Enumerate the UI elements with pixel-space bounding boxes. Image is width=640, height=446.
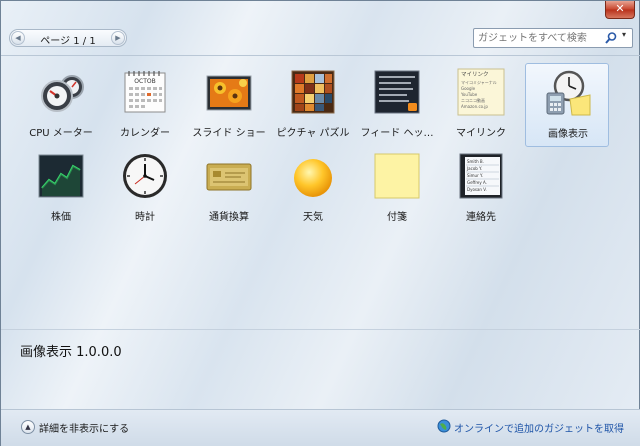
mylinks-title: マイリンク xyxy=(461,71,489,78)
contacts-icon: Smith B. Jacob Y. Simur Y. Geffrey A. Dy… xyxy=(459,153,503,199)
gadget-clock[interactable]: 時計 xyxy=(103,147,187,231)
search-dropdown-icon[interactable]: ▾ xyxy=(622,30,626,39)
gadget-label: ピクチャ パズル xyxy=(276,128,350,139)
gadget-currency[interactable]: 通貨換算 xyxy=(187,147,271,231)
gadget-calendar[interactable]: OCTOB カレンダー xyxy=(103,63,187,147)
gadget-sticky-note[interactable]: 付箋 xyxy=(355,147,439,231)
weather-icon xyxy=(294,159,332,197)
gadget-label: カレンダー xyxy=(120,128,170,139)
gadget-image-display[interactable]: 画像表示 xyxy=(525,63,609,147)
search-icon[interactable] xyxy=(604,31,618,45)
gadget-slideshow[interactable]: スライド ショー xyxy=(187,63,271,147)
mylinks-line: Google xyxy=(461,86,476,91)
prev-page-button[interactable]: ◀ xyxy=(11,31,25,45)
search-box: ▾ xyxy=(473,28,633,48)
gadget-label: マイリンク xyxy=(456,128,506,139)
mylinks-line: マイコミジャーナル xyxy=(461,79,497,85)
mylinks-line: Amazon.co.jp xyxy=(461,104,488,109)
gadget-label: 天気 xyxy=(303,212,323,223)
contacts-line: Geffrey A. xyxy=(467,180,487,185)
contacts-line: Dyosan V. xyxy=(467,187,487,192)
stocks-icon xyxy=(38,154,84,198)
search-input[interactable] xyxy=(478,31,596,45)
image-display-icon xyxy=(546,70,591,116)
page-indicator: ページ 1 / 1 xyxy=(40,36,96,47)
mylinks-line: YouTube xyxy=(460,92,478,97)
gadget-label: 付箋 xyxy=(387,212,407,223)
details-divider xyxy=(1,329,640,330)
next-page-button[interactable]: ▶ xyxy=(111,31,125,45)
gadget-weather[interactable]: 天気 xyxy=(271,147,355,231)
hide-details-toggle-icon[interactable]: ▲ xyxy=(21,420,35,434)
currency-icon xyxy=(206,163,252,191)
gadget-label: 通貨換算 xyxy=(209,212,249,223)
gadget-gallery-window: ✕ ◀ ページ 1 / 1 ▶ ▾ CPU メーター xyxy=(0,0,640,446)
gadget-label: 時計 xyxy=(135,212,155,223)
contacts-line: Smith B. xyxy=(467,159,484,164)
contacts-line: Jacob Y. xyxy=(466,166,482,171)
picture-puzzle-icon xyxy=(291,70,335,114)
mylinks-line: ニコニコ動画 xyxy=(461,97,485,103)
clock-icon xyxy=(123,154,167,198)
gadget-picture-puzzle[interactable]: ピクチャ パズル xyxy=(271,63,355,147)
slideshow-icon xyxy=(206,75,252,111)
calendar-icon: OCTOB xyxy=(124,71,166,113)
hide-details-link[interactable]: 詳細を非表示にする xyxy=(39,420,129,435)
page-navigator: ◀ ページ 1 / 1 ▶ xyxy=(9,29,127,47)
feed-headlines-icon xyxy=(374,70,420,114)
my-links-icon: マイリンク マイコミジャーナル Google YouTube ニコニコ動画 Am… xyxy=(457,68,505,116)
sticky-note-icon xyxy=(374,153,420,199)
gadget-label: スライド ショー xyxy=(192,128,266,139)
gadget-cpu-meter[interactable]: CPU メーター xyxy=(19,63,103,147)
toolbar-divider xyxy=(1,55,640,56)
close-button[interactable]: ✕ xyxy=(605,1,635,19)
cpu-meter-icon xyxy=(41,75,84,112)
gadget-label: CPU メーター xyxy=(29,128,93,139)
gadget-label: 画像表示 xyxy=(548,129,588,140)
gadget-label: フィード ヘッ… xyxy=(360,128,434,139)
bottom-bar: ▲ 詳細を非表示にする オンラインで追加のガジェットを取得 xyxy=(1,409,640,446)
title-bar: ✕ xyxy=(1,1,640,23)
globe-icon xyxy=(437,419,451,433)
gadget-label: 株価 xyxy=(51,212,71,223)
contacts-line: Simur Y. xyxy=(467,173,483,178)
details-title: 画像表示 1.0.0.0 xyxy=(20,345,122,360)
gadget-my-links[interactable]: マイリンク マイコミジャーナル Google YouTube ニコニコ動画 Am… xyxy=(439,63,523,147)
online-link-label: オンラインで追加のガジェットを取得 xyxy=(454,424,624,435)
gadget-contacts[interactable]: Smith B. Jacob Y. Simur Y. Geffrey A. Dy… xyxy=(439,147,523,231)
gadget-feed-headlines[interactable]: フィード ヘッ… xyxy=(355,63,439,147)
calendar-month: OCTOB xyxy=(134,78,155,85)
gadget-stocks[interactable]: 株価 xyxy=(19,147,103,231)
gadget-label: 連絡先 xyxy=(466,212,496,223)
